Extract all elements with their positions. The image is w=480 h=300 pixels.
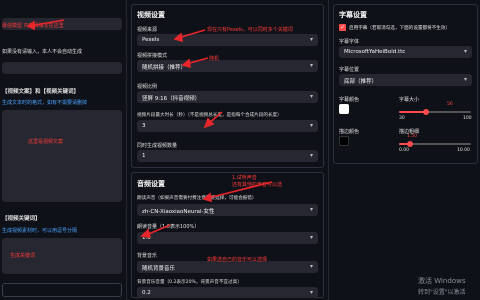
enable-subtitle-checkbox[interactable]: ✓ <box>339 24 346 31</box>
language-select[interactable] <box>2 62 122 74</box>
font-label: 字幕字体 <box>339 39 360 45</box>
stroke-color-swatch[interactable] <box>339 136 349 146</box>
video-source-note: 现在只有Pexels，可以同时多个关键词 <box>207 27 293 33</box>
keywords-blue-hint: 生成视频素材时，可以用逗号分隔 <box>2 228 78 234</box>
hint-text: 如果没有请输入，本人不会自动生成 <box>2 49 83 55</box>
font-size-label: 字幕大小 <box>399 97 420 103</box>
voice-volume-select[interactable]: 1.0 <box>137 232 318 244</box>
clip-duration-label: 视频片段最大时长（秒）（不是视频总长度，是指每个合成片段的长度） <box>137 113 282 118</box>
bgm-label: 背景音乐 <box>137 253 158 259</box>
keywords-textarea[interactable]: 生成关键词 <box>2 238 122 274</box>
font-size-max: 100 <box>463 116 472 121</box>
script-blue-hint: 生成文本时的格式，如有不需要请删掉 <box>2 100 88 106</box>
windows-activation-hint: 转到"设置"以激活 <box>418 289 466 296</box>
font-size-min: 30 <box>399 116 405 121</box>
audio-settings-title: 音频设置 <box>137 180 165 188</box>
font-size-value: 56 <box>447 102 453 107</box>
position-select[interactable]: 底部（推荐） <box>339 74 472 86</box>
voice-volume-label: 朗读音量（1.0表示100%） <box>137 224 200 230</box>
stroke-color-label: 描边颜色 <box>339 129 360 135</box>
stroke-width-slider-knob[interactable] <box>406 141 413 147</box>
concat-mode-note: 随机 <box>209 56 220 62</box>
voice-label: 朗读声音（如果声音需要付费注意不要选择，可能会报错） <box>137 196 257 201</box>
video-settings-title: 视频设置 <box>137 11 165 19</box>
stroke-width-max: 10.00 <box>457 148 470 153</box>
enable-subtitle-label: 启用字幕（若取消勾选，下面的设置都将不生效） <box>349 26 451 31</box>
stroke-width-min: 0.00 <box>399 148 410 153</box>
bgm-volume-label: 背景音乐音量（0.2表示20%，背景声音不宜过高） <box>137 280 242 285</box>
font-size-slider-fill <box>399 111 426 113</box>
voice-note-1: 1.试听声音 <box>232 175 257 181</box>
position-label: 字幕位置 <box>339 67 360 73</box>
script-note: 这里是视频文案 <box>28 139 64 145</box>
font-size-slider-knob[interactable] <box>422 109 429 115</box>
script-section-title: 【视频文案】和【视频关键词】 <box>2 89 80 95</box>
voice-select[interactable]: zh-CN-XiaoxiaoNeural-女性 <box>137 204 318 216</box>
voice-note-2: 还有其他的声音可以选 <box>232 182 283 188</box>
concat-mode-select[interactable]: 随机拼接（推荐） <box>137 60 318 72</box>
keywords-note: 生成关键词 <box>10 253 36 259</box>
clip-duration-select[interactable]: 3 <box>137 120 318 132</box>
keywords-section-title: 【视频关键词】 <box>2 216 41 222</box>
windows-activation-watermark: 激活 Windows <box>418 277 466 285</box>
concat-mode-label: 视频拼接模式 <box>137 53 168 59</box>
generate-button[interactable] <box>2 283 122 297</box>
aspect-ratio-label: 视频比例 <box>137 84 158 90</box>
font-color-label: 字幕颜色 <box>339 97 360 103</box>
video-source-select[interactable]: Pexels <box>137 34 318 46</box>
script-textarea[interactable]: 这里是视频文案 <box>2 110 122 202</box>
font-color-swatch[interactable] <box>339 104 349 114</box>
video-count-label: 同时生成视频数量 <box>137 143 178 149</box>
video-audio-settings-panel: 视频设置 视频来源 Pexels 现在只有Pexels，可以同时多个关键词 视频… <box>126 0 327 300</box>
font-select[interactable]: MicrosoftYaHeiBold.ttc <box>339 46 472 58</box>
topic-note: 最强模型 内容请填写在这里 <box>2 23 64 29</box>
video-source-label: 视频来源 <box>137 27 158 33</box>
bgm-note: 如果选自己的音乐可以选择 <box>207 257 268 263</box>
subtitle-settings-panel: 字幕设置 ✓ 启用字幕（若取消勾选，下面的设置都将不生效） 字幕字体 Micro… <box>328 0 480 300</box>
stroke-width-value: 1.50 <box>407 134 418 139</box>
video-count-select[interactable]: 1 <box>137 150 318 162</box>
script-settings-panel: 最强模型 内容请填写在这里 如果没有请输入，本人不会自动生成 【视频文案】和【视… <box>0 0 125 300</box>
aspect-ratio-select[interactable]: 竖屏 9:16（抖音视频） <box>137 91 318 103</box>
bgm-volume-select[interactable]: 0.2 <box>137 287 318 298</box>
subtitle-settings-title: 字幕设置 <box>339 11 367 19</box>
